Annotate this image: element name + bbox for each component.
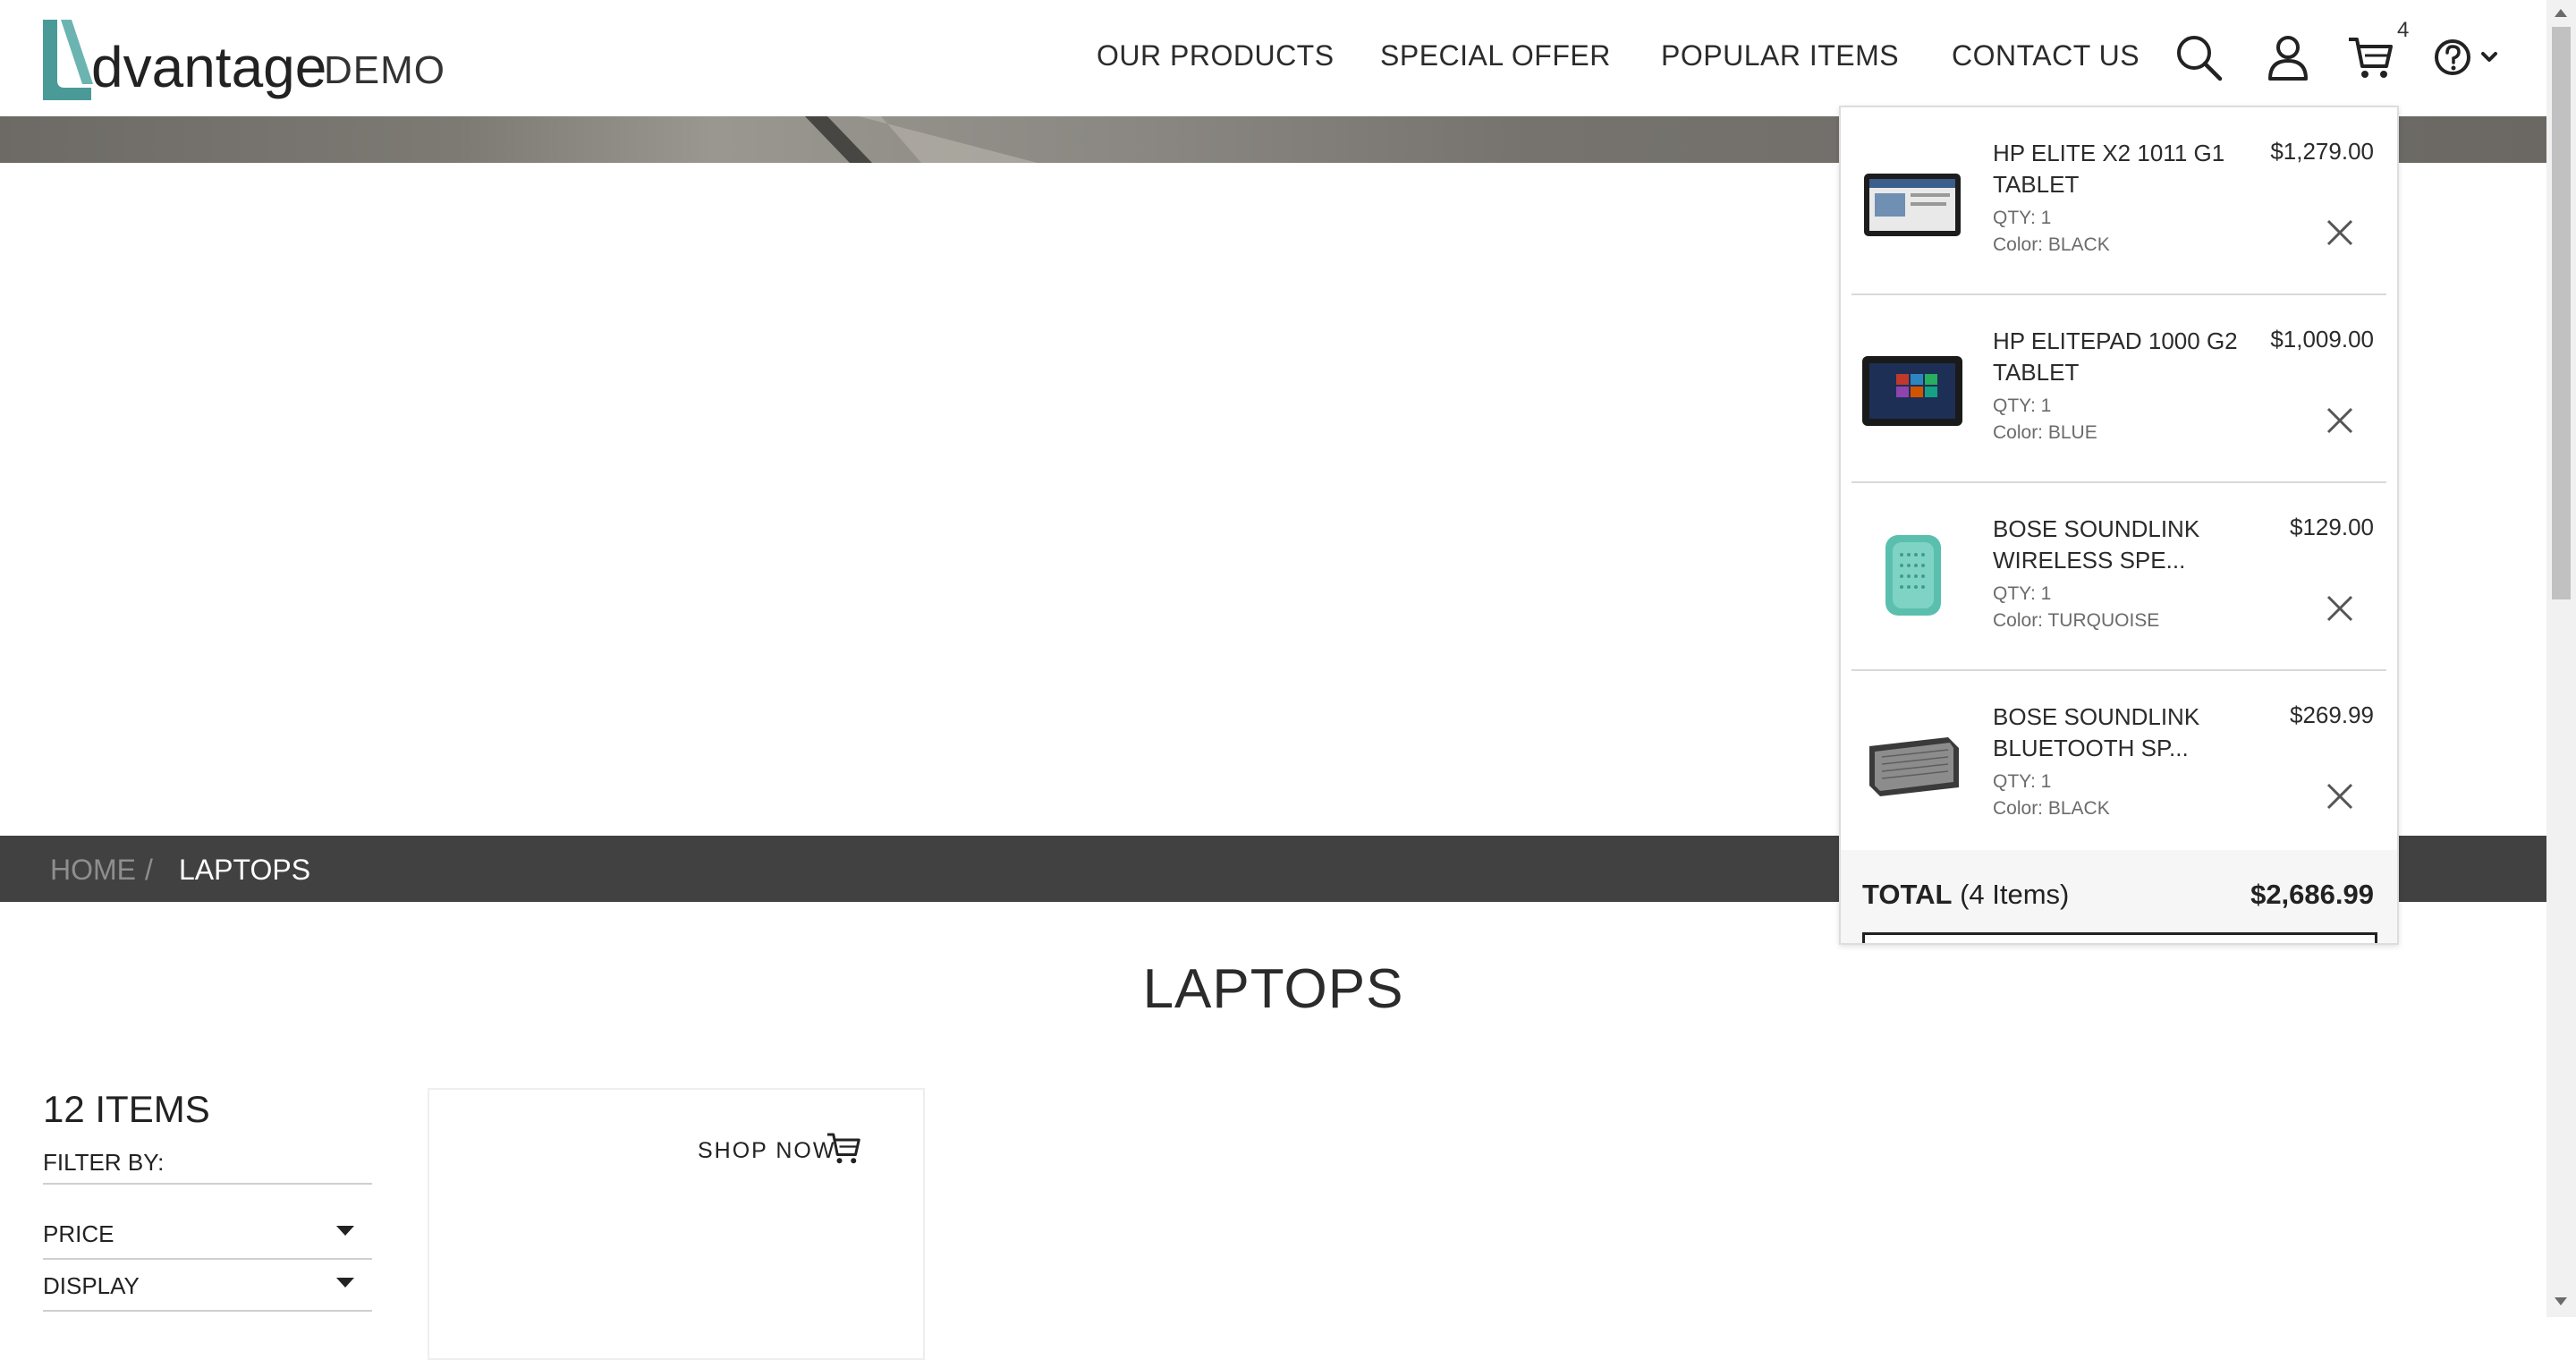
- cart-item[interactable]: BOSE SOUNDLINK WIRELESS SPE... $129.00 Q…: [1852, 483, 2386, 671]
- cart-item-name[interactable]: BOSE SOUNDLINK BLUETOOTH SP...: [1993, 701, 2252, 764]
- nav-our-products[interactable]: OUR PRODUCTS: [1097, 39, 1335, 72]
- cart-item-name[interactable]: HP ELITEPAD 1000 G2 TABLET: [1993, 326, 2252, 388]
- cart-icon[interactable]: [823, 1129, 864, 1167]
- product-thumbnail[interactable]: [1860, 147, 1964, 245]
- logo-word: dvantage: [91, 35, 327, 99]
- cart-item-color: Color: TURQUOISE: [1993, 610, 2160, 631]
- cart-item-price: $129.00: [2290, 514, 2374, 540]
- user-icon[interactable]: [2263, 32, 2313, 82]
- product-thumbnail[interactable]: [1860, 335, 1964, 433]
- cart-item-qty: QTY: 1: [1993, 771, 2052, 792]
- page-title: LAPTOPS: [1142, 958, 1404, 1020]
- filter-price[interactable]: PRICE: [43, 1220, 114, 1248]
- items-count: 12 ITEMS: [43, 1088, 210, 1130]
- shop-now-link[interactable]: SHOP NOW: [698, 1138, 835, 1164]
- logo-a-icon: [43, 20, 93, 100]
- cart-item[interactable]: HP ELITEPAD 1000 G2 TABLET $1,009.00 QTY…: [1852, 295, 2386, 483]
- scrollbar-thumb[interactable]: [2552, 27, 2571, 599]
- nav-contact-us[interactable]: CONTACT US: [1952, 39, 2140, 72]
- cart-dropdown: HP ELITE X2 1011 G1 TABLET $1,279.00 QTY…: [1839, 106, 2399, 945]
- cart-total-title: TOTAL: [1862, 879, 1953, 910]
- filter-by-label: FILTER BY:: [43, 1149, 165, 1176]
- cart-total-count: (4 Items): [1960, 879, 2070, 910]
- cart-item-qty: QTY: 1: [1993, 395, 2052, 416]
- scroll-down-arrow-icon[interactable]: [2555, 1297, 2567, 1305]
- cart-item-name[interactable]: HP ELITE X2 1011 G1 TABLET: [1993, 138, 2252, 200]
- filter-divider: [43, 1258, 372, 1260]
- scroll-up-arrow-icon[interactable]: [2555, 9, 2567, 17]
- close-icon[interactable]: [2326, 406, 2354, 435]
- cart-icon[interactable]: [2345, 32, 2395, 82]
- product-thumbnail[interactable]: [1860, 710, 1964, 809]
- cart-item-color: Color: BLACK: [1993, 234, 2110, 255]
- cart-item-price: $1,279.00: [2270, 138, 2374, 165]
- filter-divider: [43, 1183, 372, 1185]
- cart-item-price: $269.99: [2290, 701, 2374, 728]
- cart-total: TOTAL (4 Items) $2,686.99: [1841, 850, 2397, 943]
- logo-demo: DEMO: [324, 48, 445, 92]
- product-thumbnail[interactable]: [1860, 523, 1964, 621]
- breadcrumb-current: LAPTOPS: [179, 854, 311, 886]
- chevron-down-icon[interactable]: [336, 1226, 354, 1236]
- cart-item-color: Color: BLUE: [1993, 422, 2097, 443]
- nav-popular-items[interactable]: POPULAR ITEMS: [1661, 39, 1899, 72]
- search-icon[interactable]: [2174, 32, 2224, 82]
- site-header: dvantage DEMO OUR PRODUCTS SPECIAL OFFER…: [0, 0, 2546, 116]
- checkout-button[interactable]: [1862, 932, 2377, 943]
- cart-item-color: Color: BLACK: [1993, 798, 2110, 819]
- filter-divider: [43, 1310, 372, 1312]
- product-card[interactable]: SHOP NOW: [428, 1088, 925, 1360]
- filter-display[interactable]: DISPLAY: [43, 1272, 140, 1300]
- cart-item-qty: QTY: 1: [1993, 208, 2052, 228]
- close-icon[interactable]: [2326, 782, 2354, 811]
- close-icon[interactable]: [2326, 594, 2354, 623]
- cart-item[interactable]: BOSE SOUNDLINK BLUETOOTH SP... $269.99 Q…: [1852, 671, 2386, 857]
- cart-item-price: $1,009.00: [2270, 326, 2374, 353]
- close-icon[interactable]: [2326, 218, 2354, 247]
- chevron-down-icon[interactable]: [336, 1278, 354, 1288]
- cart-total-label: TOTAL (4 Items): [1862, 879, 2069, 911]
- cart-item-name[interactable]: BOSE SOUNDLINK WIRELESS SPE...: [1993, 514, 2252, 576]
- breadcrumb-separator: /: [145, 854, 153, 886]
- logo[interactable]: dvantage DEMO: [39, 16, 445, 106]
- nav-special-offer[interactable]: SPECIAL OFFER: [1380, 39, 1611, 72]
- cart-item[interactable]: HP ELITE X2 1011 G1 TABLET $1,279.00 QTY…: [1852, 107, 2386, 295]
- breadcrumb-home[interactable]: HOME: [50, 854, 136, 887]
- cart-total-amount: $2,686.99: [2250, 879, 2374, 910]
- cart-item-qty: QTY: 1: [1993, 583, 2052, 604]
- cart-count-badge: 4: [2397, 18, 2410, 42]
- help-icon[interactable]: [2429, 32, 2506, 82]
